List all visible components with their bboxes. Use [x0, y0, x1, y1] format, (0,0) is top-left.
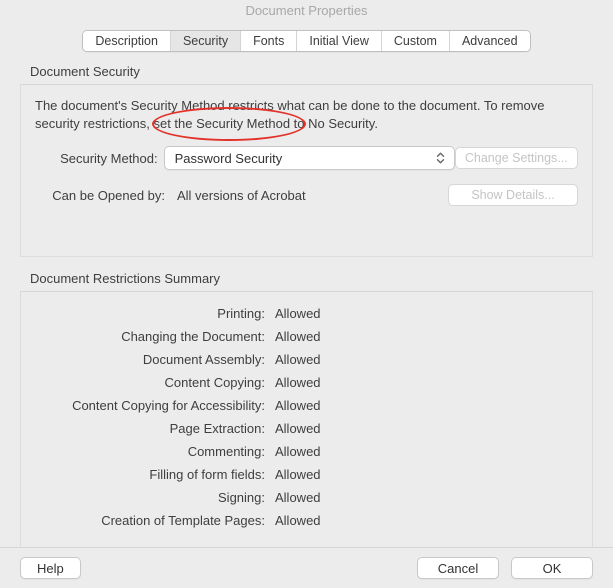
restriction-label: Creation of Template Pages:	[35, 513, 275, 528]
tab-bar: Description Security Fonts Initial View …	[0, 30, 613, 52]
security-description-text: The document's Security Method restricts…	[35, 97, 578, 132]
document-security-heading: Document Security	[30, 64, 583, 79]
restriction-label: Changing the Document:	[35, 329, 275, 344]
show-details-button[interactable]: Show Details...	[448, 184, 578, 206]
tab-initial-view[interactable]: Initial View	[297, 31, 382, 51]
tab-segmented-control: Description Security Fonts Initial View …	[82, 30, 530, 52]
restriction-row: Content Copying:Allowed	[35, 371, 578, 394]
restriction-value: Allowed	[275, 444, 321, 459]
restriction-value: Allowed	[275, 329, 321, 344]
restriction-label: Commenting:	[35, 444, 275, 459]
chevron-up-down-icon	[436, 152, 445, 164]
restriction-value: Allowed	[275, 467, 321, 482]
restriction-row: Page Extraction:Allowed	[35, 417, 578, 440]
tab-security[interactable]: Security	[171, 31, 241, 51]
restriction-value: Allowed	[275, 490, 321, 505]
restriction-row: Changing the Document:Allowed	[35, 325, 578, 348]
restriction-label: Filling of form fields:	[35, 467, 275, 482]
security-method-label: Security Method:	[35, 151, 164, 166]
tab-advanced[interactable]: Advanced	[450, 31, 530, 51]
restrictions-panel: Printing:Allowed Changing the Document:A…	[20, 291, 593, 553]
restriction-value: Allowed	[275, 352, 321, 367]
dialog-footer: Help Cancel OK	[0, 547, 613, 588]
restriction-label: Content Copying:	[35, 375, 275, 390]
document-security-panel: The document's Security Method restricts…	[20, 84, 593, 257]
tab-custom[interactable]: Custom	[382, 31, 450, 51]
change-settings-button[interactable]: Change Settings...	[455, 147, 578, 169]
restriction-value: Allowed	[275, 421, 321, 436]
restriction-row: Signing:Allowed	[35, 486, 578, 509]
window-title: Document Properties	[0, 0, 613, 22]
restriction-label: Document Assembly:	[35, 352, 275, 367]
tab-fonts[interactable]: Fonts	[241, 31, 297, 51]
restriction-value: Allowed	[275, 306, 321, 321]
restriction-label: Page Extraction:	[35, 421, 275, 436]
restriction-label: Printing:	[35, 306, 275, 321]
restriction-row: Document Assembly:Allowed	[35, 348, 578, 371]
can-be-opened-label: Can be Opened by:	[35, 188, 171, 203]
help-button[interactable]: Help	[20, 557, 81, 579]
security-method-dropdown[interactable]: Password Security	[164, 146, 455, 170]
restriction-row: Filling of form fields:Allowed	[35, 463, 578, 486]
restriction-row: Commenting:Allowed	[35, 440, 578, 463]
ok-button[interactable]: OK	[511, 557, 593, 579]
restriction-label: Content Copying for Accessibility:	[35, 398, 275, 413]
restriction-value: Allowed	[275, 375, 321, 390]
restriction-row: Content Copying for Accessibility:Allowe…	[35, 394, 578, 417]
tab-description[interactable]: Description	[83, 31, 171, 51]
restriction-row: Creation of Template Pages:Allowed	[35, 509, 578, 532]
restriction-label: Signing:	[35, 490, 275, 505]
cancel-button[interactable]: Cancel	[417, 557, 499, 579]
restrictions-heading: Document Restrictions Summary	[30, 271, 583, 286]
can-be-opened-value: All versions of Acrobat	[171, 188, 306, 203]
restriction-value: Allowed	[275, 398, 321, 413]
restriction-row: Printing:Allowed	[35, 302, 578, 325]
security-method-value: Password Security	[175, 151, 283, 166]
restriction-value: Allowed	[275, 513, 321, 528]
